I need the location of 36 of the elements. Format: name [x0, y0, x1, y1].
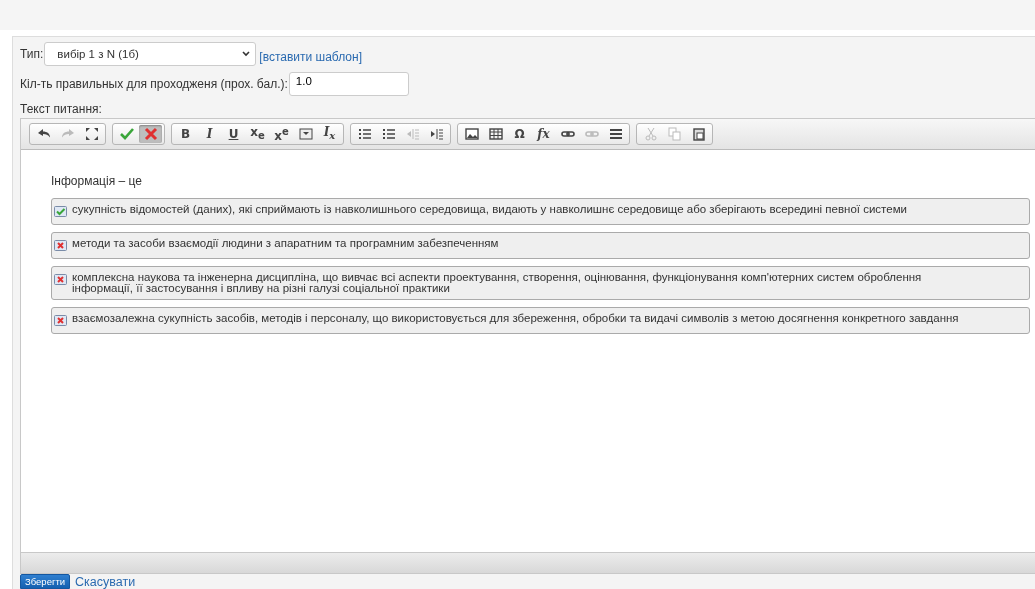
pass-score-field[interactable]: 1.0 [288, 72, 409, 96]
question-text: Інформація – це [51, 174, 143, 188]
outdent-icon [405, 127, 420, 141]
maximize-icon [84, 127, 99, 141]
numbered-list-icon [357, 127, 372, 141]
cancel-link[interactable]: Скасувати [75, 574, 136, 589]
format-button[interactable]: I [198, 125, 221, 143]
type-select[interactable]: вибір 1 з N (1б) [44, 42, 257, 66]
format-button[interactable]: U [222, 125, 245, 143]
format-button[interactable]: fx [532, 125, 555, 143]
paste-icon [691, 127, 706, 141]
option-text: комплексна наукова та інженерна дисципліна, що вивчає всі аспекти проектування, створення, оцінювання, функціонування комп'ютерних систем оброблення інформації, її застосування і впливу на різні галузі соціальної практики [72, 272, 923, 294]
format-button[interactable]: x$_{e}$ [246, 125, 269, 143]
scissors-icon [643, 127, 658, 141]
insert-template-link[interactable]: [вставити шаблон] [259, 50, 362, 64]
save-button[interactable]: Зберегти [20, 574, 71, 589]
option-text: методи та засоби взаємодії людини з апаратним та програмним забезпеченням [72, 238, 499, 249]
question-label: Текст питання: [20, 102, 103, 116]
format-button[interactable]: I$_{x}$ [318, 125, 341, 143]
copy-icon [667, 127, 682, 141]
cross-icon [143, 127, 158, 141]
indent-icon [429, 127, 444, 141]
type-label: Тип: [20, 47, 44, 61]
format-button[interactable]: B [174, 125, 197, 143]
bulleted-list-icon [381, 127, 396, 141]
check-icon [119, 127, 134, 141]
option-text: взаємозалежна сукупність засобів, методів і персоналу, що використовується для збереження, обробки та видачі символів з метою досягнення конкретного завдання [72, 313, 959, 324]
image-icon [464, 127, 479, 141]
caret-icon [242, 51, 251, 57]
template-icon [298, 127, 313, 141]
format-button[interactable]: x$^{e}$ [270, 125, 293, 143]
pass-score-label: Кіл-ть правильных для проходженя (прох. бал.): [20, 77, 288, 91]
option-text: сукупність відомостей (даних), які сприймають із навколишнього середовища, видають у навколишнє середовище або зберігають всередині певної системи [72, 204, 907, 215]
table-icon [488, 127, 503, 141]
horizontal-rule-icon [608, 127, 623, 141]
format-button[interactable]: Ω [508, 125, 531, 143]
